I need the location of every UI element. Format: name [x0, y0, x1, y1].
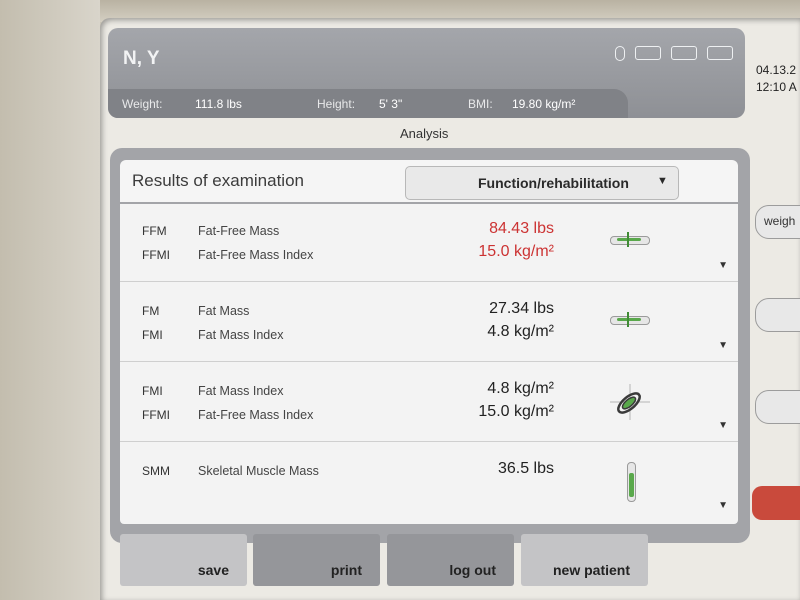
device-connection-icon	[635, 46, 661, 60]
result-value: 27.34 lbs	[489, 300, 554, 317]
results-list: FFM Fat-Free Mass 84.43 lbs FFMI Fat-Fre…	[120, 204, 738, 524]
result-value: 36.5 lbs	[497, 460, 554, 477]
expand-arrow-icon[interactable]: ▼	[718, 500, 728, 511]
screen: N, Y Weight: 111.8 lbs Height: 5' 3" BMI…	[100, 18, 800, 600]
result-abbr: FFM	[142, 224, 167, 238]
result-name: Fat Mass	[198, 304, 250, 318]
result-value: 4.8 kg/m²	[487, 380, 554, 397]
bmi-value: 19.80 kg/m²	[512, 97, 576, 111]
height-value: 5' 3"	[379, 97, 403, 111]
device-bezel-left	[0, 0, 100, 600]
print-button[interactable]: print	[253, 534, 380, 586]
height-label: Height:	[317, 97, 356, 111]
result-abbr: SMM	[142, 464, 170, 478]
side-button[interactable]	[755, 390, 800, 424]
result-name: Fat-Free Mass	[198, 224, 280, 238]
result-value: 15.0 kg/m²	[478, 243, 554, 260]
patient-name: N, Y	[123, 48, 160, 69]
chevron-down-icon: ▼	[657, 175, 668, 187]
patient-header: N, Y Weight: 111.8 lbs Height: 5' 3" BMI…	[108, 28, 745, 118]
result-abbr: FFMI	[142, 248, 170, 262]
save-button[interactable]: save	[120, 534, 247, 586]
date: 04.13.2	[756, 63, 797, 77]
weight-value: 111.8 lbs	[195, 97, 242, 111]
vertical-gauge-icon	[627, 462, 636, 502]
target-ellipse-icon	[610, 384, 650, 420]
expand-arrow-icon[interactable]: ▼	[718, 340, 728, 351]
time: 12:10 A	[756, 80, 797, 94]
result-abbr: FMI	[142, 384, 163, 398]
result-abbr: FFMI	[142, 408, 170, 422]
new-patient-button[interactable]: new patient	[521, 534, 648, 586]
result-name: Fat-Free Mass Index	[198, 248, 314, 262]
result-row-fmi-ffmi[interactable]: FMI Fat Mass Index 4.8 kg/m² FFMI Fat-Fr…	[120, 364, 738, 442]
expand-arrow-icon[interactable]: ▼	[718, 420, 728, 431]
weight-label: Weight:	[122, 97, 163, 111]
status-icons	[615, 46, 733, 61]
result-value: 15.0 kg/m²	[478, 403, 554, 420]
result-abbr: FM	[142, 304, 160, 318]
expand-arrow-icon[interactable]: ▼	[718, 260, 728, 271]
horizontal-gauge-icon	[610, 312, 650, 327]
result-row-fm[interactable]: FM Fat Mass 27.34 lbs FMI Fat Mass Index…	[120, 284, 738, 362]
horizontal-gauge-icon	[610, 232, 650, 247]
result-value: 4.8 kg/m²	[487, 323, 554, 340]
result-value: 84.43 lbs	[489, 220, 554, 237]
result-row-smm[interactable]: SMM Skeletal Muscle Mass 36.5 lbs ▼	[120, 444, 738, 522]
tab-analysis[interactable]: Analysis	[400, 126, 448, 141]
datetime: 04.13.2 12:10 A	[756, 62, 797, 96]
weigh-button[interactable]: weigh	[755, 205, 800, 239]
wireless-icon	[671, 46, 697, 60]
dropdown-selected: Function/rehabilitation	[478, 175, 629, 191]
person-icon	[615, 46, 625, 61]
result-abbr: FMI	[142, 328, 163, 342]
alert-button[interactable]	[752, 486, 800, 520]
panel-title: Results of examination	[132, 171, 304, 190]
result-name: Fat Mass Index	[198, 328, 284, 342]
results-panel: Results of examination Function/rehabili…	[110, 148, 750, 543]
result-name: Skeletal Muscle Mass	[198, 464, 319, 478]
logout-button[interactable]: log out	[387, 534, 514, 586]
result-name: Fat Mass Index	[198, 384, 284, 398]
battery-icon	[707, 46, 733, 60]
result-name: Fat-Free Mass Index	[198, 408, 314, 422]
side-button[interactable]	[755, 298, 800, 332]
patient-stats-bar: Weight: 111.8 lbs Height: 5' 3" BMI: 19.…	[108, 89, 628, 118]
result-row-ffm[interactable]: FFM Fat-Free Mass 84.43 lbs FFMI Fat-Fre…	[120, 204, 738, 282]
panel-header: Results of examination Function/rehabili…	[120, 160, 738, 202]
view-dropdown[interactable]: Function/rehabilitation ▼	[405, 166, 679, 200]
bmi-label: BMI:	[468, 97, 493, 111]
